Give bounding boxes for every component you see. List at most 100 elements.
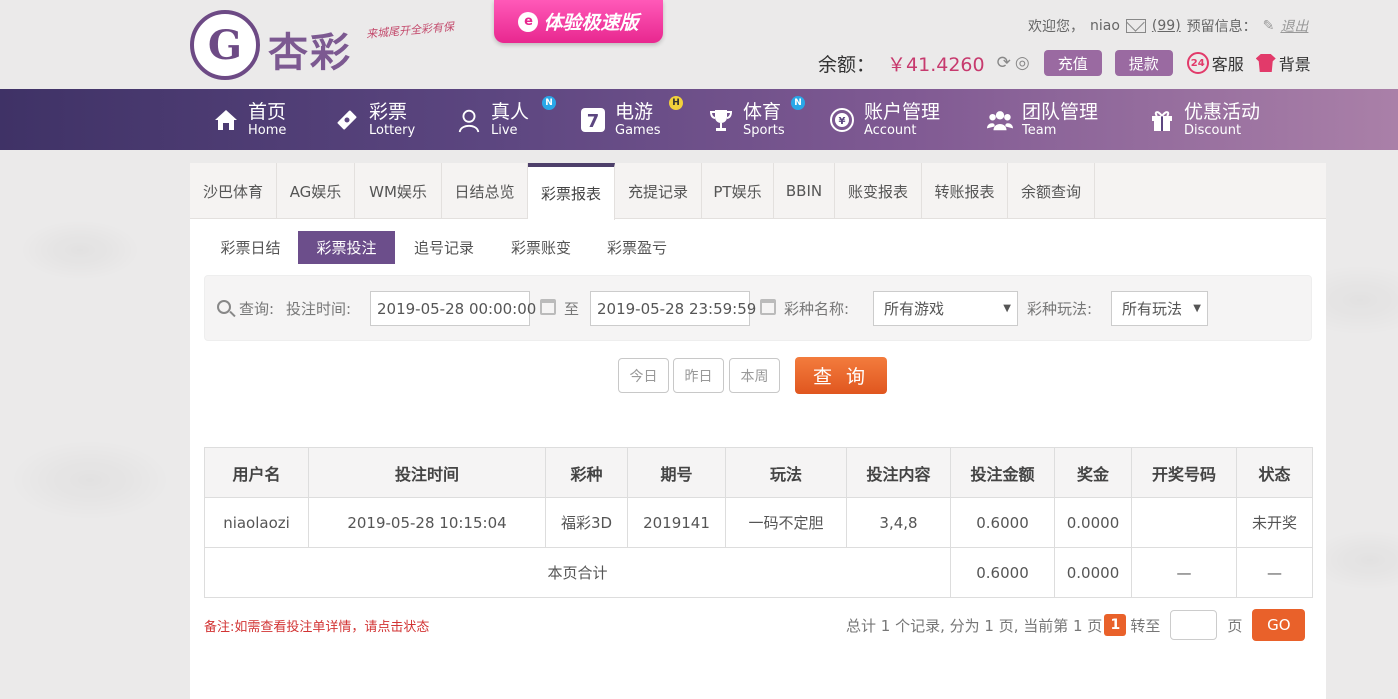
logo-name: 杏彩 xyxy=(268,29,352,76)
nav-label: 体育 xyxy=(743,100,782,123)
yesterday-button[interactable]: 昨日 xyxy=(673,358,724,393)
pagination: 总计 1 个记录, 分为 1 页, 当前第 1 页 1 转至 页 GO xyxy=(846,609,1306,641)
subtab-bets[interactable]: 彩票投注 xyxy=(298,231,395,264)
nav-item-team[interactable]: 团队管理 Team xyxy=(987,89,1098,150)
subtab-daily[interactable]: 彩票日结 xyxy=(204,231,297,264)
nav-sublabel: Account xyxy=(864,122,917,138)
new-badge: N xyxy=(542,96,556,110)
speed-e-icon: e xyxy=(518,11,539,32)
customer-service-label: 客服 xyxy=(1211,55,1244,74)
tab-saba-sports[interactable]: 沙巴体育 xyxy=(190,163,277,219)
total-bet-amount: 0.6000 xyxy=(950,547,1055,598)
nav-sublabel: Home xyxy=(248,122,287,138)
play-type-select[interactable]: 所有玩法 xyxy=(1111,291,1208,326)
tab-transfer-report[interactable]: 转账报表 xyxy=(922,163,1008,219)
col-status: 状态 xyxy=(1236,447,1313,498)
home-icon xyxy=(213,107,239,133)
subtab-profit-loss[interactable]: 彩票盈亏 xyxy=(590,231,684,264)
site-logo[interactable]: G 杏彩 来城尾开全彩有保 xyxy=(190,10,480,80)
nav-label: 团队管理 xyxy=(1022,100,1099,123)
customer-service-link[interactable]: 24 客服 xyxy=(1186,51,1244,75)
deposit-button[interactable]: 充值 xyxy=(1043,50,1102,76)
cell-lottery: 福彩3D xyxy=(545,497,628,548)
nav-item-sports[interactable]: 体育 Sports N xyxy=(708,89,805,150)
cell-issue: 2019141 xyxy=(627,497,726,548)
cell-bet-amount: 0.6000 xyxy=(950,497,1055,548)
main-nav: 首页 Home 彩票 Lottery 真人 Live N 7 电游 Games H 体育… xyxy=(0,89,1398,150)
subtab-account-change[interactable]: 彩票账变 xyxy=(493,231,589,264)
cell-bet-content: 3,4,8 xyxy=(846,497,951,548)
tab-balance-query[interactable]: 余额查询 xyxy=(1008,163,1095,219)
reserve-info-label: 预留信息： xyxy=(1186,19,1257,35)
nav-sublabel: Team xyxy=(1022,122,1057,138)
new-badge: N xyxy=(791,96,805,110)
nav-sublabel: Live xyxy=(491,122,518,138)
today-button[interactable]: 今日 xyxy=(618,358,669,393)
tab-daily-overview[interactable]: 日结总览 xyxy=(442,163,528,219)
cell-status-link[interactable]: 未开奖 xyxy=(1236,497,1313,548)
this-week-button[interactable]: 本周 xyxy=(729,358,780,393)
tab-ag[interactable]: AG娱乐 xyxy=(277,163,355,219)
lottery-icon xyxy=(334,107,360,133)
tab-wm[interactable]: WM娱乐 xyxy=(355,163,442,219)
filter-bar: 查询: 投注时间: 2019-05-28 00:00:00 至 2019-05-… xyxy=(204,275,1312,341)
welcome-label: 欢迎您， xyxy=(1028,19,1084,35)
calendar-icon[interactable] xyxy=(540,299,556,315)
edit-icon[interactable]: ✎ xyxy=(1263,18,1275,34)
to-label: 至 xyxy=(564,299,580,318)
table-header-row: 用户名 投注时间 彩种 期号 玩法 投注内容 投注金额 奖金 开奖号码 状态 xyxy=(204,447,1313,498)
cell-username: niaolaozi xyxy=(204,497,309,548)
nav-sublabel: Sports xyxy=(743,122,785,138)
user-info-row: 欢迎您， niao (99) 预留信息： ✎ 退出 xyxy=(1028,16,1308,36)
table-row: niaolaozi 2019-05-28 10:15:04 福彩3D 20191… xyxy=(204,497,1313,548)
tab-bbin[interactable]: BBIN xyxy=(774,163,835,219)
end-time-input[interactable]: 2019-05-28 23:59:59 xyxy=(590,291,756,326)
nav-item-games[interactable]: 7 电游 Games H xyxy=(580,89,683,150)
nav-item-live[interactable]: 真人 Live N xyxy=(456,89,556,150)
bet-time-label: 投注时间: xyxy=(286,299,352,318)
message-count-link[interactable]: (99) xyxy=(1152,18,1181,34)
go-button[interactable]: GO xyxy=(1252,609,1306,641)
customer-service-icon: 24 xyxy=(1186,52,1209,74)
play-type-label: 彩种玩法: xyxy=(1027,299,1093,318)
goto-label: 转至 xyxy=(1130,616,1161,635)
search-button[interactable]: 查 询 xyxy=(795,357,887,394)
pagination-summary: 总计 1 个记录, 分为 1 页, 当前第 1 页 xyxy=(846,616,1103,635)
content-panel: 沙巴体育 AG娱乐 WM娱乐 日结总览 彩票报表 充提记录 PT娱乐 BBIN … xyxy=(190,163,1326,699)
slot-seven-icon: 7 xyxy=(580,107,606,133)
current-page-indicator[interactable]: 1 xyxy=(1104,614,1127,636)
nav-item-account[interactable]: ¥ 账户管理 Account xyxy=(829,89,940,150)
subtab-chase[interactable]: 追号记录 xyxy=(396,231,492,264)
page-number-input[interactable] xyxy=(1170,610,1218,640)
nav-item-lottery[interactable]: 彩票 Lottery xyxy=(334,89,415,150)
withdraw-button[interactable]: 提款 xyxy=(1114,50,1173,76)
start-time-input[interactable]: 2019-05-28 00:00:00 xyxy=(370,291,536,326)
tab-deposit-withdraw[interactable]: 充提记录 xyxy=(615,163,702,219)
game-name-select[interactable]: 所有游戏 xyxy=(873,291,1018,326)
cell-play: 一码不定胆 xyxy=(725,497,847,548)
account-icon: ¥ xyxy=(829,107,855,133)
balance-value: ￥41.4260 xyxy=(887,53,985,76)
cell-draw-number xyxy=(1131,497,1237,548)
speed-version-button[interactable]: e 体验极速版 xyxy=(494,0,663,43)
nav-item-home[interactable]: 首页 Home xyxy=(213,89,286,150)
report-tabs: 沙巴体育 AG娱乐 WM娱乐 日结总览 彩票报表 充提记录 PT娱乐 BBIN … xyxy=(190,163,1326,220)
nav-label: 首页 xyxy=(248,100,287,123)
nav-sublabel: Discount xyxy=(1184,122,1242,138)
tab-account-change[interactable]: 账变报表 xyxy=(835,163,922,219)
refresh-icon[interactable]: ⟳ xyxy=(997,53,1011,73)
calendar-icon[interactable] xyxy=(760,299,776,315)
tab-lottery-report[interactable]: 彩票报表 xyxy=(528,163,615,220)
nav-item-discount[interactable]: 优惠活动 Discount xyxy=(1149,89,1260,150)
mail-icon[interactable] xyxy=(1125,19,1146,33)
logo-emblem-icon: G xyxy=(190,10,260,80)
col-play: 玩法 xyxy=(725,447,847,498)
col-draw-number: 开奖号码 xyxy=(1131,447,1237,498)
game-name-label: 彩种名称: xyxy=(784,299,850,318)
background-link[interactable]: 背景 xyxy=(1255,51,1311,75)
tab-pt[interactable]: PT娱乐 xyxy=(702,163,774,219)
background-label: 背景 xyxy=(1278,55,1311,74)
hide-balance-icon[interactable]: ◎ xyxy=(1015,53,1030,73)
nav-sublabel: Lottery xyxy=(369,122,416,138)
logout-link[interactable]: 退出 xyxy=(1280,16,1308,36)
